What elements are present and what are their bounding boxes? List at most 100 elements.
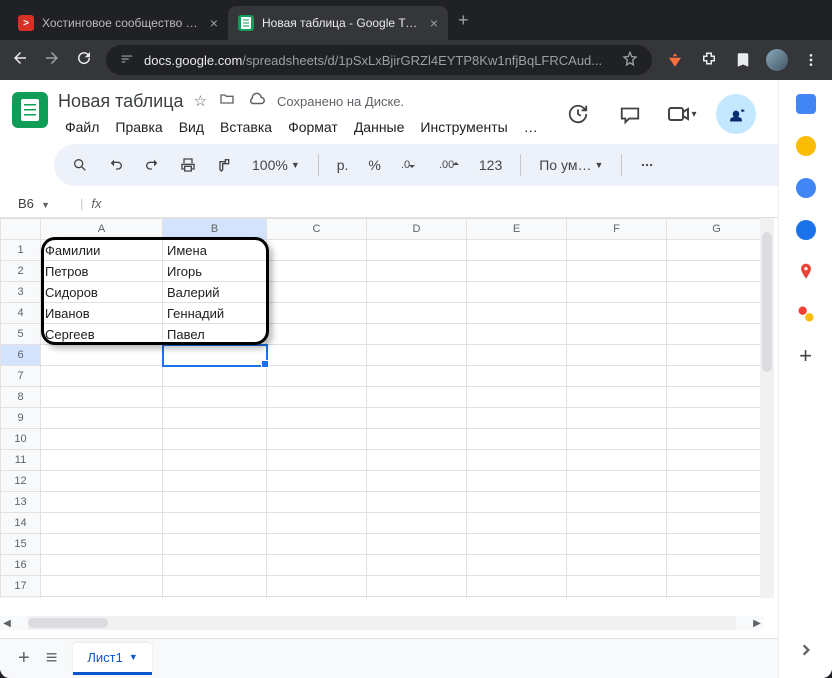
cell[interactable]: [567, 261, 667, 282]
cloud-icon[interactable]: [247, 92, 265, 110]
cell[interactable]: [467, 408, 567, 429]
cell[interactable]: [667, 345, 767, 366]
col-header[interactable]: B: [163, 219, 267, 240]
cell[interactable]: [267, 555, 367, 576]
cell[interactable]: [267, 471, 367, 492]
sheets-logo[interactable]: [12, 92, 48, 128]
cell[interactable]: [567, 429, 667, 450]
cell[interactable]: [367, 387, 467, 408]
profile-avatar[interactable]: [766, 49, 788, 71]
calendar-icon[interactable]: [796, 94, 816, 114]
cell[interactable]: [41, 345, 163, 366]
doc-title[interactable]: Новая таблица: [58, 91, 184, 112]
menu-tools[interactable]: Инструменты: [413, 116, 514, 138]
cell[interactable]: [267, 240, 367, 261]
cell[interactable]: Иванов: [41, 303, 163, 324]
cell[interactable]: [667, 597, 767, 599]
font-select[interactable]: По ум… ▼: [533, 153, 609, 177]
cell[interactable]: [41, 597, 163, 599]
redo-button[interactable]: [138, 153, 166, 177]
cell[interactable]: [667, 303, 767, 324]
row-header[interactable]: 16: [1, 555, 41, 576]
cell[interactable]: [567, 597, 667, 599]
cell[interactable]: [267, 534, 367, 555]
cell[interactable]: [467, 261, 567, 282]
cell[interactable]: [163, 576, 267, 597]
cell[interactable]: [163, 555, 267, 576]
row-header[interactable]: 9: [1, 408, 41, 429]
cell[interactable]: [667, 555, 767, 576]
row-header[interactable]: 7: [1, 366, 41, 387]
cell[interactable]: [567, 345, 667, 366]
cell[interactable]: Валерий: [163, 282, 267, 303]
cell[interactable]: [163, 450, 267, 471]
cell[interactable]: [41, 366, 163, 387]
cell[interactable]: [267, 366, 367, 387]
col-header[interactable]: G: [667, 219, 767, 240]
cell[interactable]: [163, 492, 267, 513]
cell[interactable]: [467, 555, 567, 576]
cell[interactable]: Сидоров: [41, 282, 163, 303]
star-icon[interactable]: [622, 51, 638, 70]
extension-icon[interactable]: [664, 49, 686, 71]
cell[interactable]: [367, 576, 467, 597]
extensions-button[interactable]: [698, 49, 720, 71]
col-header[interactable]: A: [41, 219, 163, 240]
cell[interactable]: [163, 387, 267, 408]
cell[interactable]: [567, 240, 667, 261]
row-header[interactable]: 14: [1, 513, 41, 534]
decrease-decimal-button[interactable]: .0: [395, 154, 425, 176]
cell[interactable]: [367, 324, 467, 345]
spreadsheet-grid[interactable]: A B C D E F G 1ФамилииИмена 2ПетровИгорь…: [0, 218, 767, 598]
cell[interactable]: [467, 387, 567, 408]
new-tab-button[interactable]: +: [448, 10, 479, 31]
menu-data[interactable]: Данные: [347, 116, 412, 138]
cell[interactable]: [467, 303, 567, 324]
meet-button[interactable]: ▾: [664, 96, 700, 132]
cell[interactable]: [467, 597, 567, 599]
undo-button[interactable]: [102, 153, 130, 177]
share-button[interactable]: [716, 94, 756, 134]
cell[interactable]: [367, 492, 467, 513]
cell[interactable]: [467, 513, 567, 534]
keep-icon[interactable]: [796, 136, 816, 156]
cell[interactable]: Петров: [41, 261, 163, 282]
cell[interactable]: Павел: [163, 324, 267, 345]
cell[interactable]: [567, 534, 667, 555]
back-button[interactable]: [10, 49, 30, 72]
cell[interactable]: [367, 282, 467, 303]
row-header[interactable]: 15: [1, 534, 41, 555]
menu-edit[interactable]: Правка: [108, 116, 169, 138]
cell[interactable]: [367, 345, 467, 366]
cell[interactable]: [667, 261, 767, 282]
menu-view[interactable]: Вид: [172, 116, 211, 138]
cell[interactable]: [267, 303, 367, 324]
cell[interactable]: [567, 450, 667, 471]
cell[interactable]: [367, 513, 467, 534]
cell[interactable]: [667, 471, 767, 492]
print-button[interactable]: [174, 153, 202, 177]
cell[interactable]: [367, 261, 467, 282]
cell[interactable]: [367, 303, 467, 324]
menu-more[interactable]: …: [517, 116, 545, 138]
cell[interactable]: [267, 345, 367, 366]
row-header[interactable]: 3: [1, 282, 41, 303]
col-header[interactable]: C: [267, 219, 367, 240]
row-header[interactable]: 1: [1, 240, 41, 261]
forward-button[interactable]: [42, 49, 62, 72]
cell[interactable]: [41, 429, 163, 450]
zoom-select[interactable]: 100% ▼: [246, 153, 306, 177]
cell[interactable]: [367, 408, 467, 429]
get-addons-button[interactable]: +: [796, 346, 816, 366]
cell[interactable]: [267, 429, 367, 450]
cell[interactable]: [267, 261, 367, 282]
menu-file[interactable]: Файл: [58, 116, 106, 138]
cell[interactable]: [667, 324, 767, 345]
cell[interactable]: [667, 534, 767, 555]
cell[interactable]: [163, 597, 267, 599]
star-icon[interactable]: ☆: [194, 92, 207, 110]
cell[interactable]: [567, 576, 667, 597]
cell[interactable]: [567, 282, 667, 303]
browser-menu-button[interactable]: [800, 49, 822, 71]
add-sheet-button[interactable]: +: [18, 647, 30, 670]
